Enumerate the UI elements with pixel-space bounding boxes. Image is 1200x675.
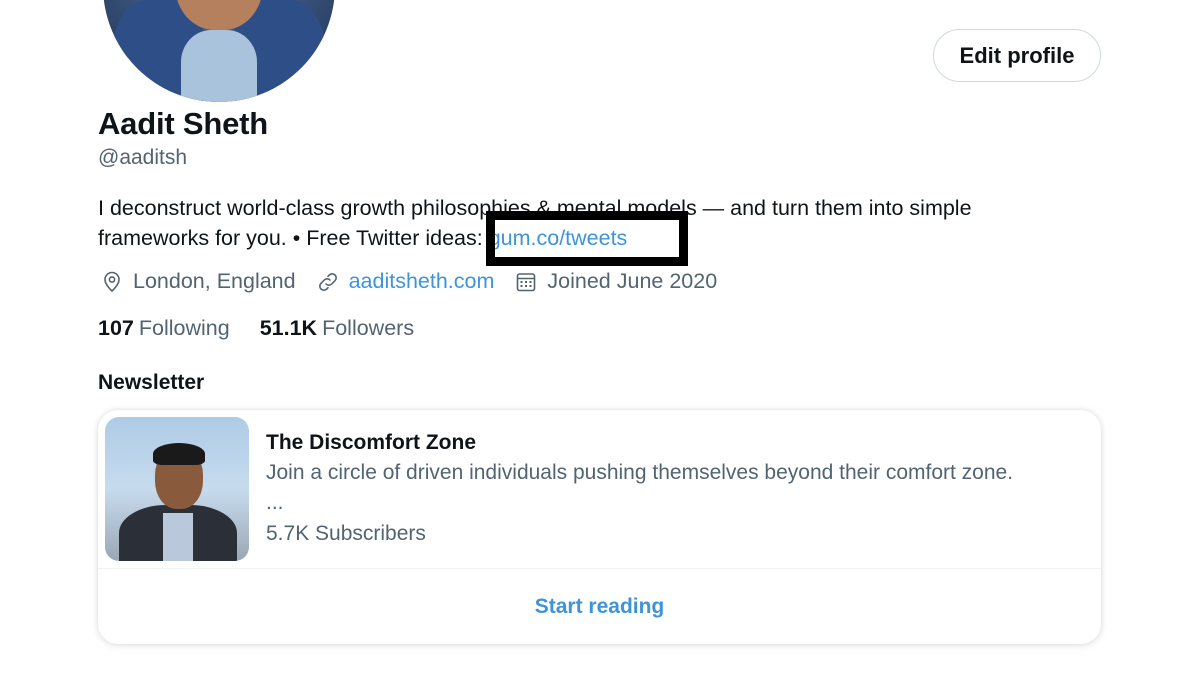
edit-profile-button[interactable]: Edit profile [933, 29, 1101, 82]
profile-meta: London, England aaditsheth.com Joined Ju… [100, 269, 737, 294]
website-item: aaditsheth.com [316, 269, 495, 294]
newsletter-ellipsis: ... [266, 491, 284, 514]
profile-name: Aadit Sheth [98, 106, 269, 141]
newsletter-thumbnail [105, 417, 249, 561]
followers-link[interactable]: 51.1K Followers [260, 316, 414, 341]
thumbnail-shirt [163, 513, 193, 561]
following-count: 107 [98, 316, 134, 340]
website-link[interactable]: aaditsheth.com [349, 269, 495, 294]
location-text: London, England [133, 269, 296, 293]
joined-date: Joined June 2020 [547, 269, 718, 293]
link-icon [318, 272, 337, 291]
location-pin-icon [104, 271, 120, 292]
thumbnail-hair [153, 443, 205, 465]
start-reading-button[interactable]: Start reading [98, 569, 1101, 644]
profile-stats: 107 Following 51.1K Followers [98, 316, 444, 341]
newsletter-card[interactable]: The Discomfort Zone Join a circle of dri… [98, 410, 1101, 644]
newsletter-title[interactable]: The Discomfort Zone [266, 431, 476, 455]
avatar-shirt [181, 30, 257, 102]
profile-avatar[interactable] [103, 0, 335, 102]
newsletter-subscribers: 5.7K Subscribers [266, 522, 426, 545]
following-label: Following [138, 316, 230, 340]
location-item: London, England [100, 269, 296, 294]
newsletter-description: Join a circle of driven individuals push… [266, 461, 1014, 484]
following-link[interactable]: 107 Following [98, 316, 230, 341]
calendar-icon [517, 272, 536, 291]
profile-handle: @aaditsh [98, 146, 188, 169]
joined-item: Joined June 2020 [514, 269, 717, 294]
followers-label: Followers [322, 316, 415, 340]
highlight-box [486, 211, 688, 266]
followers-count: 51.1K [259, 316, 318, 340]
newsletter-heading: Newsletter [98, 371, 205, 394]
